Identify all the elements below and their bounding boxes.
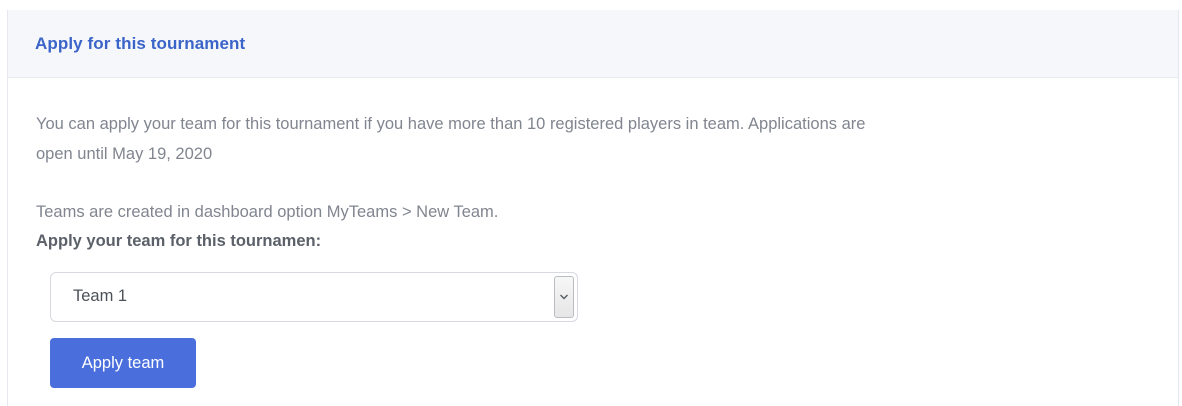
chevron-down-icon bbox=[560, 294, 568, 300]
select-arrow-button[interactable] bbox=[554, 276, 574, 318]
apply-tournament-card: Apply for this tournament You can apply … bbox=[7, 10, 1179, 406]
apply-team-button[interactable]: Apply team bbox=[50, 338, 196, 388]
card-title: Apply for this tournament bbox=[35, 33, 246, 53]
team-select-value: Team 1 bbox=[73, 287, 128, 305]
team-select[interactable]: Team 1 bbox=[50, 272, 578, 322]
description-line-1: You can apply your team for this tournam… bbox=[36, 115, 866, 133]
card-header: Apply for this tournament bbox=[8, 10, 1178, 78]
team-select-label: Apply your team for this tournamen: bbox=[36, 232, 322, 250]
tournament-description: You can apply your team for this tournam… bbox=[36, 109, 1126, 169]
description-line-2: open until May 19, 2020 bbox=[36, 145, 213, 163]
teams-note: Teams are created in dashboard option My… bbox=[36, 203, 499, 221]
